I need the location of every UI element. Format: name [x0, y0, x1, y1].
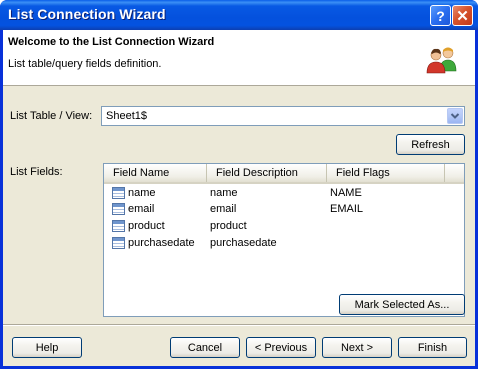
- table-view-select-value: Sheet1$: [106, 110, 147, 122]
- cancel-button-label: Cancel: [187, 341, 223, 354]
- finish-button-label: Finish: [417, 341, 448, 354]
- wizard-header-subtitle: List table/query fields definition.: [8, 58, 162, 70]
- column-header-label: Field Name: [113, 167, 170, 179]
- dialog-client-area: Welcome to the List Connection Wizard Li…: [3, 30, 475, 366]
- table-field-icon: [112, 237, 125, 249]
- wizard-header-title: Welcome to the List Connection Wizard: [8, 36, 215, 48]
- table-view-select[interactable]: Sheet1$: [101, 106, 465, 126]
- dropdown-button[interactable]: [447, 108, 463, 124]
- mark-selected-as-button[interactable]: Mark Selected As...: [339, 294, 465, 315]
- help-button[interactable]: Help: [12, 337, 82, 358]
- field-description-cell: product: [210, 220, 247, 232]
- finish-button[interactable]: Finish: [398, 337, 467, 358]
- field-row[interactable]: name name NAME: [104, 186, 464, 202]
- column-header-field-flags[interactable]: Field Flags: [327, 164, 445, 182]
- next-button-label: Next >: [340, 341, 374, 354]
- field-name-cell: purchasedate: [128, 237, 195, 249]
- list-fields-label: List Fields:: [10, 166, 63, 178]
- window-title: List Connection Wizard: [8, 6, 166, 22]
- field-row[interactable]: purchasedate purchasedate: [104, 236, 464, 252]
- field-name-cell: product: [128, 220, 165, 232]
- field-row[interactable]: email email EMAIL: [104, 202, 464, 218]
- footer-separator: [3, 324, 475, 326]
- title-help-button[interactable]: ?: [430, 5, 451, 26]
- table-field-icon: [112, 187, 125, 199]
- field-description-cell: email: [210, 203, 237, 215]
- field-name-cell: email: [128, 203, 155, 215]
- column-header-field-name[interactable]: Field Name: [104, 164, 207, 182]
- field-name-cell: name: [128, 187, 156, 199]
- column-header-label: Field Description: [216, 167, 298, 179]
- table-field-icon: [112, 220, 125, 232]
- wizard-header: Welcome to the List Connection Wizard Li…: [3, 30, 475, 86]
- refresh-button-label: Refresh: [411, 138, 450, 151]
- close-icon: ✕: [456, 7, 469, 25]
- title-bar[interactable]: List Connection Wizard ? ✕: [0, 0, 478, 30]
- next-button[interactable]: Next >: [322, 337, 392, 358]
- mark-selected-as-label: Mark Selected As...: [354, 298, 450, 311]
- field-flags-cell: EMAIL: [330, 203, 364, 215]
- refresh-button[interactable]: Refresh: [396, 134, 465, 155]
- field-description-cell: name: [210, 187, 238, 199]
- help-icon: ?: [436, 7, 445, 24]
- field-row[interactable]: product product: [104, 219, 464, 235]
- previous-button[interactable]: < Previous: [246, 337, 316, 358]
- cancel-button[interactable]: Cancel: [170, 337, 240, 358]
- wizard-window: List Connection Wizard ? ✕ Welcome to th…: [0, 0, 478, 369]
- help-button-label: Help: [35, 341, 59, 354]
- fields-listview-header: Field Name Field Description Field Flags: [104, 164, 464, 184]
- column-header-label: Field Flags: [336, 167, 390, 179]
- column-header-field-description[interactable]: Field Description: [207, 164, 327, 182]
- table-view-label: List Table / View:: [10, 110, 93, 122]
- field-description-cell: purchasedate: [210, 237, 277, 249]
- chevron-down-icon: [450, 113, 460, 119]
- users-icon: [426, 47, 457, 74]
- title-close-button[interactable]: ✕: [452, 5, 473, 26]
- previous-button-label: < Previous: [254, 341, 308, 354]
- field-flags-cell: NAME: [330, 187, 362, 199]
- table-field-icon: [112, 203, 125, 215]
